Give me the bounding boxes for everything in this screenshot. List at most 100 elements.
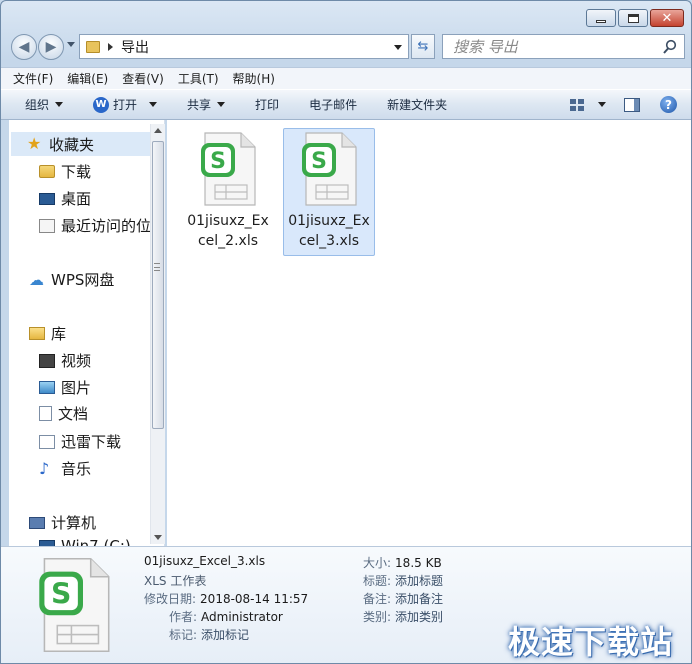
file-name: 01jisuxz_Excel_2.xls bbox=[187, 213, 269, 249]
nav-label: 收藏夹 bbox=[49, 135, 95, 154]
nav-pictures[interactable]: 图片 bbox=[39, 377, 91, 398]
field-label: 标题: bbox=[363, 574, 392, 588]
cloud-icon: ☁ bbox=[29, 270, 44, 289]
details-pane: S 01jisuxz_Excel_3.xls XLS 工作表 修改日期: 2018… bbox=[1, 546, 691, 663]
maximize-button[interactable] bbox=[618, 9, 648, 27]
email-label: 电子邮件 bbox=[309, 98, 358, 112]
minimize-button[interactable] bbox=[586, 9, 616, 27]
nav-label: 音乐 bbox=[61, 460, 92, 478]
details-comments: 备注: 添加备注 bbox=[363, 590, 443, 607]
refresh-icon: ⇆ bbox=[417, 39, 429, 54]
history-dropdown-icon[interactable] bbox=[67, 42, 75, 47]
new-folder-button[interactable]: 新建文件夹 bbox=[387, 96, 447, 113]
nav-documents[interactable]: 文档 bbox=[39, 403, 88, 424]
recent-places-icon bbox=[39, 218, 55, 233]
field-label: 修改日期: bbox=[144, 592, 197, 606]
chevron-down-icon bbox=[55, 102, 64, 107]
new-folder-label: 新建文件夹 bbox=[387, 98, 448, 112]
nav-favorites[interactable]: ★ 收藏夹 bbox=[11, 132, 151, 156]
refresh-button[interactable]: ⇆ bbox=[411, 34, 435, 59]
details-file-type: XLS 工作表 bbox=[144, 574, 207, 588]
desktop-icon bbox=[39, 192, 55, 205]
breadcrumb-separator-icon[interactable] bbox=[108, 42, 113, 51]
field-value[interactable]: 添加备注 bbox=[395, 592, 443, 606]
nav-label: Win7 (C:) bbox=[61, 537, 131, 546]
star-icon: ★ bbox=[27, 134, 42, 153]
field-value: 2018-08-14 11:57 bbox=[200, 592, 309, 606]
change-view-icon[interactable] bbox=[570, 98, 584, 111]
minimize-icon bbox=[596, 19, 606, 23]
share-button[interactable]: 共享 bbox=[187, 96, 226, 113]
field-value: 18.5 KB bbox=[395, 556, 442, 570]
field-value[interactable]: 添加标记 bbox=[201, 628, 249, 642]
nav-label: 视频 bbox=[61, 352, 92, 370]
nav-label: 最近访问的位 bbox=[61, 217, 152, 235]
close-icon: ✕ bbox=[661, 10, 673, 26]
email-button[interactable]: 电子邮件 bbox=[309, 96, 357, 113]
wps-spreadsheet-large-icon: S bbox=[39, 557, 110, 653]
field-label: 备注: bbox=[363, 592, 392, 606]
menu-edit[interactable]: 编辑(E) bbox=[67, 70, 108, 87]
file-item[interactable]: S 01jisuxz_Excel_2.xls bbox=[182, 128, 274, 256]
svg-text:S: S bbox=[51, 578, 71, 611]
scroll-thumb[interactable] bbox=[152, 141, 164, 429]
field-value[interactable]: 添加类别 bbox=[395, 610, 443, 624]
nav-downloads[interactable]: 下载 bbox=[39, 161, 91, 182]
address-dropdown-icon[interactable] bbox=[394, 45, 402, 50]
download-library-icon bbox=[39, 434, 55, 449]
chevron-down-icon bbox=[598, 102, 606, 107]
nav-libraries[interactable]: 库 bbox=[29, 323, 66, 344]
nav-videos[interactable]: 视频 bbox=[39, 350, 91, 371]
print-label: 打印 bbox=[255, 98, 280, 112]
close-button[interactable]: ✕ bbox=[650, 9, 684, 27]
view-options-button[interactable] bbox=[592, 102, 606, 107]
explorer-window: ✕ ◀ ▶ 导出 ⇆ 文件(F) 编辑(E) 查看(V) 工具(T) 帮助(H)… bbox=[0, 0, 692, 664]
scroll-up-icon[interactable] bbox=[154, 128, 162, 133]
field-value[interactable]: 添加标题 bbox=[395, 574, 443, 588]
search-box[interactable] bbox=[442, 34, 685, 59]
menu-bar: 文件(F) 编辑(E) 查看(V) 工具(T) 帮助(H) bbox=[1, 67, 691, 89]
organize-button[interactable]: 组织 bbox=[25, 96, 64, 113]
nav-computer[interactable]: 计算机 bbox=[29, 512, 96, 533]
menu-tools[interactable]: 工具(T) bbox=[178, 70, 219, 87]
nav-thunder-downloads[interactable]: 迅雷下载 bbox=[39, 431, 121, 452]
nav-desktop[interactable]: 桌面 bbox=[39, 188, 91, 209]
forward-arrow-icon: ▶ bbox=[45, 39, 57, 55]
preview-pane-icon[interactable] bbox=[624, 97, 640, 112]
address-bar[interactable]: 导出 bbox=[79, 34, 409, 59]
menu-help[interactable]: 帮助(H) bbox=[233, 70, 275, 87]
scroll-grip-icon bbox=[154, 263, 160, 271]
pictures-icon bbox=[39, 381, 55, 394]
nav-wps-cloud[interactable]: ☁ WPS网盘 bbox=[29, 269, 114, 290]
scroll-down-icon[interactable] bbox=[154, 535, 162, 540]
details-category: 类别: 添加类别 bbox=[363, 608, 443, 625]
wps-spreadsheet-icon: S bbox=[201, 132, 256, 206]
field-value[interactable]: Administrator bbox=[201, 610, 283, 624]
nav-music[interactable]: ♪ 音乐 bbox=[39, 458, 91, 479]
search-icon[interactable] bbox=[662, 39, 678, 55]
open-button[interactable]: W 打开 bbox=[93, 96, 158, 113]
caption-buttons: ✕ bbox=[584, 9, 684, 27]
nav-recent[interactable]: 最近访问的位 bbox=[39, 215, 151, 236]
chevron-down-icon bbox=[217, 102, 226, 107]
menu-view[interactable]: 查看(V) bbox=[122, 70, 164, 87]
details-modified: 修改日期: 2018-08-14 11:57 bbox=[144, 590, 308, 607]
help-icon[interactable]: ? bbox=[660, 96, 677, 113]
folder-icon bbox=[86, 40, 100, 53]
print-button[interactable]: 打印 bbox=[255, 96, 279, 113]
music-note-icon: ♪ bbox=[39, 458, 50, 478]
menu-file[interactable]: 文件(F) bbox=[13, 70, 53, 87]
file-item-selected[interactable]: S 01jisuxz_Excel_3.xls bbox=[283, 128, 375, 256]
maximize-icon bbox=[627, 13, 639, 23]
forward-button[interactable]: ▶ bbox=[38, 34, 64, 60]
address-path[interactable]: 导出 bbox=[121, 37, 149, 57]
field-label: 作者: bbox=[169, 610, 198, 624]
nav-drive-c[interactable]: Win7 (C:) bbox=[39, 537, 131, 546]
site-watermark: 极速下载站 bbox=[507, 623, 673, 661]
details-tags: 标记: 添加标记 bbox=[169, 626, 249, 643]
back-button[interactable]: ◀ bbox=[11, 34, 37, 60]
nav-scrollbar[interactable] bbox=[150, 124, 165, 544]
svg-text:S: S bbox=[311, 149, 327, 174]
nav-label: 迅雷下载 bbox=[61, 433, 122, 451]
search-input[interactable] bbox=[453, 37, 653, 56]
